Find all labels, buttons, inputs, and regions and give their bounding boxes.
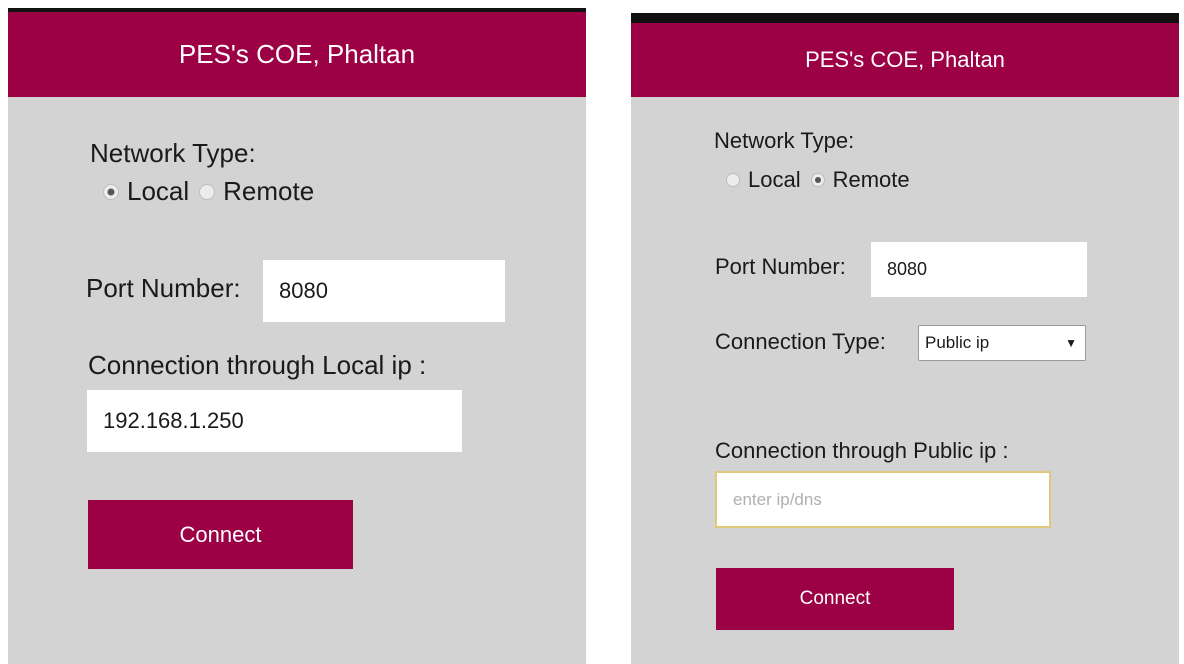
app-title: PES's COE, Phaltan (178, 39, 416, 69)
local-radio[interactable] (103, 183, 119, 200)
local-radio-label[interactable]: Local (127, 176, 189, 207)
dropdown-arrow-icon: ▼ (1065, 336, 1077, 350)
port-number-value: 8080 (887, 259, 928, 279)
port-number-input[interactable]: 8080 (871, 242, 1087, 297)
connection-local-ip-label: Connection through Local ip : (88, 350, 427, 380)
local-radio[interactable] (726, 173, 740, 187)
connection-type-select[interactable]: Public ip ▼ (918, 325, 1086, 361)
port-number-value: 8080 (279, 278, 328, 303)
connect-button[interactable]: Connect (88, 500, 353, 569)
remote-radio[interactable] (199, 183, 216, 200)
network-type-radio-group: Local Remote (726, 167, 920, 193)
public-ip-placeholder: enter ip/dns (733, 489, 822, 509)
network-type-label: Network Type: (90, 138, 256, 168)
network-type-label: Network Type: (714, 128, 855, 153)
connection-type-selected: Public ip (925, 333, 990, 352)
top-border (631, 13, 1179, 23)
port-number-input[interactable]: 8080 (263, 260, 505, 322)
network-type-radio-group: Local Remote (103, 176, 324, 207)
remote-radio-label[interactable]: Remote (223, 176, 314, 207)
app-header: PES's COE, Phaltan (8, 12, 586, 97)
connect-button[interactable]: Connect (716, 568, 954, 630)
port-number-label: Port Number: (715, 254, 846, 279)
connection-type-label: Connection Type: (715, 329, 886, 354)
local-mode-screen: PES's COE, Phaltan Network Type: Local R… (8, 8, 586, 664)
local-ip-value: 192.168.1.250 (103, 408, 244, 433)
remote-mode-screen: PES's COE, Phaltan Network Type: Local R… (631, 13, 1179, 664)
remote-radio-label[interactable]: Remote (833, 167, 910, 193)
local-ip-input[interactable]: 192.168.1.250 (87, 390, 462, 452)
connect-button-label: Connect (799, 588, 871, 609)
app-header: PES's COE, Phaltan (631, 23, 1179, 97)
remote-radio[interactable] (810, 173, 825, 187)
app-title: PES's COE, Phaltan (805, 47, 1005, 72)
port-number-label: Port Number: (86, 273, 241, 303)
local-radio-label[interactable]: Local (748, 167, 801, 193)
connect-button-label: Connect (179, 521, 262, 547)
public-ip-input[interactable]: enter ip/dns (715, 471, 1051, 528)
connection-public-ip-label: Connection through Public ip : (715, 438, 1009, 463)
